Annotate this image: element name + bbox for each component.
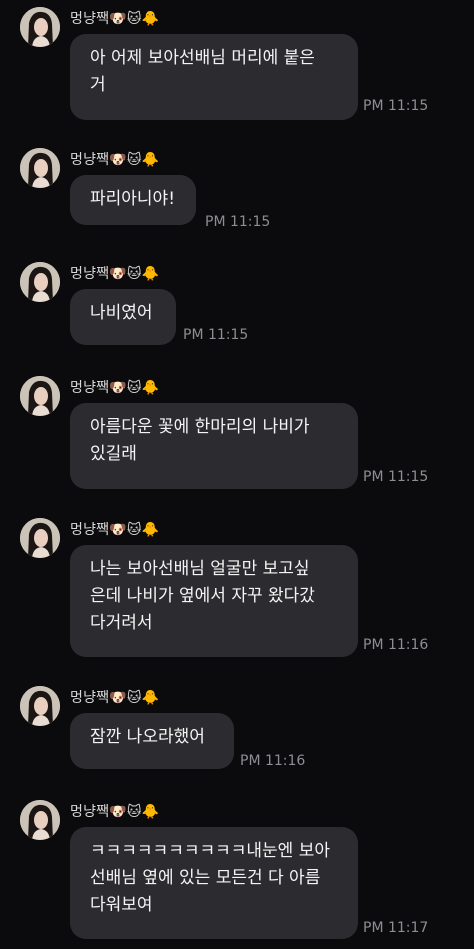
- profile-photo-icon: [20, 7, 60, 47]
- message-bubble[interactable]: 파리아니야!: [70, 175, 196, 225]
- avatar[interactable]: [20, 376, 60, 416]
- profile-photo-icon: [20, 518, 60, 558]
- message-bubble[interactable]: 잠깐 나오라했어: [70, 713, 234, 769]
- message-bubble[interactable]: 아 어제 보아선배님 머리에 붙은 거: [70, 34, 358, 120]
- avatar[interactable]: [20, 518, 60, 558]
- message-time: PM 11:16: [363, 637, 429, 653]
- message-time: PM 11:15: [183, 327, 249, 343]
- profile-photo-icon: [20, 376, 60, 416]
- avatar[interactable]: [20, 7, 60, 47]
- message-time: PM 11:16: [240, 753, 306, 769]
- message-time: PM 11:15: [363, 469, 429, 485]
- message-bubble[interactable]: 아름다운 꽃에 한마리의 나비가 있길래: [70, 403, 358, 489]
- message-time: PM 11:15: [205, 214, 271, 230]
- profile-photo-icon: [20, 148, 60, 188]
- avatar[interactable]: [20, 148, 60, 188]
- avatar[interactable]: [20, 800, 60, 840]
- sender-name: 멍냥짹🐶🐱🐥: [70, 11, 160, 27]
- message-time: PM 11:15: [363, 98, 429, 114]
- message-bubble[interactable]: ㅋㅋㅋㅋㅋㅋㅋㅋㅋㅋ내눈엔 보아 선배님 옆에 있는 모든건 다 아름 다워보여: [70, 827, 358, 939]
- sender-name: 멍냥짹🐶🐱🐥: [70, 804, 160, 820]
- profile-photo-icon: [20, 800, 60, 840]
- message-time: PM 11:17: [363, 920, 429, 936]
- sender-name: 멍냥짹🐶🐱🐥: [70, 266, 160, 282]
- avatar[interactable]: [20, 262, 60, 302]
- avatar[interactable]: [20, 686, 60, 726]
- sender-name: 멍냥짹🐶🐱🐥: [70, 380, 160, 396]
- sender-name: 멍냥짹🐶🐱🐥: [70, 522, 160, 538]
- sender-name: 멍냥짹🐶🐱🐥: [70, 690, 160, 706]
- message-bubble[interactable]: 나비였어: [70, 289, 176, 345]
- message-bubble[interactable]: 나는 보아선배님 얼굴만 보고싶 은데 나비가 옆에서 자꾸 왔다갔 다거려서: [70, 545, 358, 657]
- profile-photo-icon: [20, 686, 60, 726]
- sender-name: 멍냥짹🐶🐱🐥: [70, 152, 160, 168]
- profile-photo-icon: [20, 262, 60, 302]
